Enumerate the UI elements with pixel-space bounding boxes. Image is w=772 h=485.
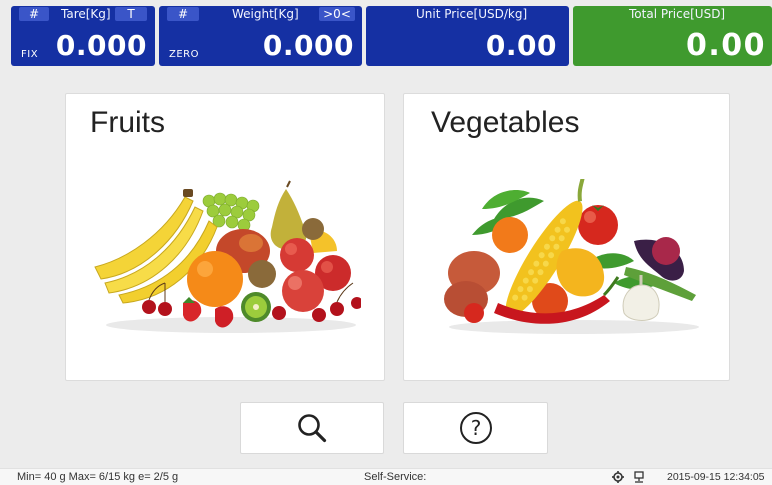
unit-price-label: Unit Price[USD/kg]	[416, 7, 528, 21]
fruit-basket-image	[94, 180, 361, 333]
datetime: 2015-09-15 12:34:05	[667, 471, 765, 483]
search-icon	[298, 414, 327, 443]
category-vegetables-card[interactable]: Vegetables	[403, 93, 730, 381]
help-glyph: ?	[470, 416, 481, 440]
tare-display: # Tare[Kg] T FIX 0.000	[11, 6, 155, 66]
total-price-value: 0.00	[685, 28, 766, 63]
tare-key-indicator: T	[115, 7, 147, 21]
weight-hash-indicator: #	[167, 7, 199, 21]
settings-gear-icon[interactable]	[612, 471, 624, 483]
tare-label: Tare[Kg]	[61, 7, 111, 21]
scale-info: Min= 40 g Max= 6/15 kg e= 2/5 g	[17, 471, 179, 483]
unit-price-value: 0.00	[485, 29, 557, 62]
help-button[interactable]: ?	[403, 402, 548, 454]
category-vegetables-title: Vegetables	[431, 106, 580, 139]
total-price-label: Total Price[USD]	[629, 7, 726, 21]
status-bar: Min= 40 g Max= 6/15 kg e= 2/5 g Self-Ser…	[0, 468, 772, 485]
tare-value: 0.000	[55, 29, 147, 62]
weight-value: 0.000	[262, 29, 354, 62]
search-button[interactable]	[240, 402, 384, 454]
network-status-icon	[634, 471, 644, 483]
tare-hash-indicator: #	[19, 7, 49, 21]
category-fruits-title: Fruits	[90, 106, 165, 139]
zero-key-indicator: >0<	[319, 7, 355, 21]
weight-label: Weight[Kg]	[232, 7, 299, 21]
category-fruits-card[interactable]: Fruits	[65, 93, 385, 381]
self-service-label: Self-Service:	[364, 471, 427, 483]
zero-indicator: ZERO	[169, 49, 199, 60]
total-price-display: Total Price[USD] 0.00	[573, 6, 772, 66]
help-icon: ?	[459, 412, 492, 444]
vegetable-basket-image	[444, 179, 699, 334]
weight-display: # Weight[Kg] >0< ZERO 0.000	[159, 6, 362, 66]
fix-indicator: FIX	[21, 49, 39, 60]
unit-price-display: Unit Price[USD/kg] 0.00	[366, 6, 569, 66]
